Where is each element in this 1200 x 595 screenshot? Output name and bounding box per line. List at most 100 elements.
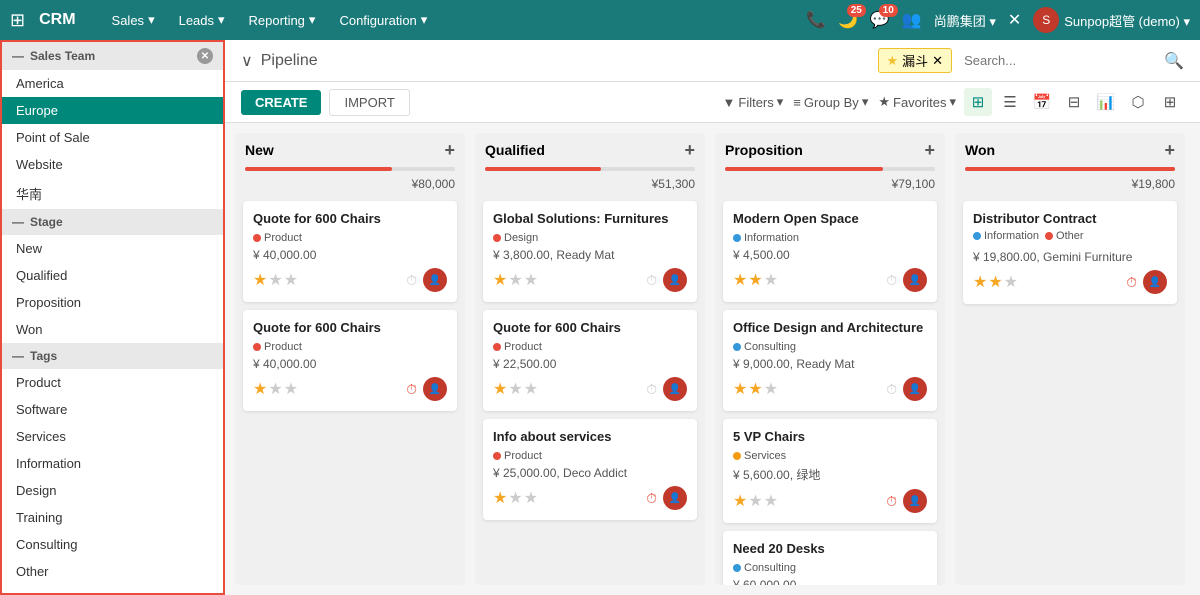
kanban-card[interactable]: Office Design and Architecture Consultin… <box>723 310 937 411</box>
sidebar-item-qualified[interactable]: Qualified <box>2 262 223 289</box>
kanban-card[interactable]: Need 20 Desks Consulting ¥ 60,000.00 ★ ★… <box>723 531 937 585</box>
clock-icon: ⏱ <box>886 493 897 510</box>
apps-grid-icon[interactable]: ⊞ <box>10 10 25 31</box>
sidebar-item-new[interactable]: New <box>2 235 223 262</box>
sidebar-item-europe[interactable]: Europe <box>2 97 223 124</box>
star-3[interactable]: ★ <box>284 379 298 399</box>
menu-item-reporting[interactable]: Reporting ▾ <box>239 8 326 32</box>
groupby-button[interactable]: ≡ Group By ▾ <box>793 94 868 110</box>
sidebar-item-huanan[interactable]: 华南 <box>2 178 223 209</box>
star-3[interactable]: ★ <box>524 270 538 290</box>
favorites-button[interactable]: ★ Favorites ▾ <box>878 94 956 110</box>
kanban-card[interactable]: 5 VP Chairs Services ¥ 5,600.00, 绿地 ★ ★ … <box>723 419 937 523</box>
kanban-card[interactable]: Modern Open Space Information ¥ 4,500.00… <box>723 201 937 302</box>
search-filter-tag[interactable]: ★ 漏斗 ✕ <box>878 48 953 73</box>
sidebar-close-sales-team[interactable]: ✕ <box>197 48 213 64</box>
star-2[interactable]: ★ <box>988 272 1002 292</box>
menu-item-leads[interactable]: Leads ▾ <box>169 8 235 32</box>
star-3[interactable]: ★ <box>764 379 778 399</box>
sidebar-item-other[interactable]: Other <box>2 558 223 585</box>
col-add-new[interactable]: + <box>444 141 455 159</box>
grid-view-btn[interactable]: ⊞ <box>1156 88 1184 116</box>
moon-icon[interactable]: 🌙 25 <box>838 10 858 30</box>
create-button[interactable]: CREATE <box>241 90 321 115</box>
menu-item-sales[interactable]: Sales ▾ <box>102 8 165 32</box>
calendar-view-btn[interactable]: 📅 <box>1028 88 1056 116</box>
search-icon[interactable]: 🔍 <box>1164 51 1184 71</box>
sidebar-item-design[interactable]: Design <box>2 477 223 504</box>
tag-label: Consulting <box>744 341 796 353</box>
chat-icon[interactable]: 💬 10 <box>870 10 890 30</box>
card-stars: ★ ★ ★ <box>973 272 1018 292</box>
card-avatar: 👤 <box>423 377 447 401</box>
star-3[interactable]: ★ <box>764 270 778 290</box>
search-tag-close[interactable]: ✕ <box>932 53 943 69</box>
star-2[interactable]: ★ <box>508 488 522 508</box>
star-1[interactable]: ★ <box>733 270 747 290</box>
star-2[interactable]: ★ <box>748 270 762 290</box>
sidebar-item-point-of-sale[interactable]: Point of Sale <box>2 124 223 151</box>
star-1[interactable]: ★ <box>253 270 267 290</box>
star-1[interactable]: ★ <box>733 491 747 511</box>
col-add-won[interactable]: + <box>1164 141 1175 159</box>
filters-button[interactable]: ▼ Filters ▾ <box>723 94 784 110</box>
sidebar-item-information[interactable]: Information <box>2 450 223 477</box>
kanban-card[interactable]: Global Solutions: Furnitures Design ¥ 3,… <box>483 201 697 302</box>
star-3[interactable]: ★ <box>524 379 538 399</box>
star-2[interactable]: ★ <box>508 270 522 290</box>
star-2[interactable]: ★ <box>268 270 282 290</box>
company-selector[interactable]: 尚鹏集团 ▾ <box>934 11 996 30</box>
kanban-card[interactable]: Quote for 600 Chairs Product ¥ 40,000.00… <box>243 310 457 411</box>
phone-icon[interactable]: 📞 <box>806 10 826 30</box>
star-1[interactable]: ★ <box>493 379 507 399</box>
search-input[interactable] <box>958 49 1158 72</box>
progress-bar-new <box>245 167 455 171</box>
kanban-card[interactable]: Distributor Contract Information Other <box>963 201 1177 304</box>
tag-label: Product <box>264 232 302 244</box>
star-3[interactable]: ★ <box>524 488 538 508</box>
col-add-qualified[interactable]: + <box>684 141 695 159</box>
star-3[interactable]: ★ <box>1004 272 1018 292</box>
kanban-card[interactable]: Quote for 600 Chairs Product ¥ 22,500.00… <box>483 310 697 411</box>
card-footer: ★ ★ ★ ⏱ 👤 <box>733 268 927 292</box>
people-icon[interactable]: 👥 <box>902 10 922 30</box>
star-1[interactable]: ★ <box>973 272 987 292</box>
progress-bar-qualified <box>485 167 695 171</box>
brand-label: CRM <box>39 11 75 29</box>
sidebar-item-software[interactable]: Software <box>2 396 223 423</box>
sidebar-item-america[interactable]: America <box>2 70 223 97</box>
sidebar-item-consulting[interactable]: Consulting <box>2 531 223 558</box>
col-add-proposition[interactable]: + <box>924 141 935 159</box>
list-view-btn[interactable]: ☰ <box>996 88 1024 116</box>
star-3[interactable]: ★ <box>764 491 778 511</box>
user-menu[interactable]: S Sunpop超管 (demo) ▾ <box>1033 7 1190 33</box>
star-1[interactable]: ★ <box>493 270 507 290</box>
star-2[interactable]: ★ <box>508 379 522 399</box>
breadcrumb-label: Pipeline <box>261 52 318 70</box>
import-button[interactable]: IMPORT <box>329 89 409 116</box>
sidebar-item-services[interactable]: Services <box>2 423 223 450</box>
sidebar-item-website[interactable]: Website <box>2 151 223 178</box>
kanban-view-btn[interactable]: ⊞ <box>964 88 992 116</box>
star-3[interactable]: ★ <box>284 270 298 290</box>
kanban-card[interactable]: Quote for 600 Chairs Product ¥ 40,000.00… <box>243 201 457 302</box>
star-1[interactable]: ★ <box>493 488 507 508</box>
close-icon[interactable]: ✕ <box>1008 10 1021 30</box>
star-2[interactable]: ★ <box>268 379 282 399</box>
activity-view-btn[interactable]: ⬡ <box>1124 88 1152 116</box>
kanban-card[interactable]: Info about services Product ¥ 25,000.00,… <box>483 419 697 520</box>
sidebar-item-training[interactable]: Training <box>2 504 223 531</box>
star-2[interactable]: ★ <box>748 379 762 399</box>
card-tag: Product <box>253 232 302 244</box>
star-2[interactable]: ★ <box>748 491 762 511</box>
sidebar-item-product[interactable]: Product <box>2 369 223 396</box>
kanban-col-header-qualified: Qualified + <box>475 133 705 167</box>
menu-item-configuration[interactable]: Configuration ▾ <box>329 8 437 32</box>
graph-view-btn[interactable]: 📊 <box>1092 88 1120 116</box>
star-1[interactable]: ★ <box>253 379 267 399</box>
star-1[interactable]: ★ <box>733 379 747 399</box>
sidebar-item-won[interactable]: Won <box>2 316 223 343</box>
sidebar-item-proposition[interactable]: Proposition <box>2 289 223 316</box>
card-avatar: 👤 <box>663 486 687 510</box>
pivot-view-btn[interactable]: ⊟ <box>1060 88 1088 116</box>
